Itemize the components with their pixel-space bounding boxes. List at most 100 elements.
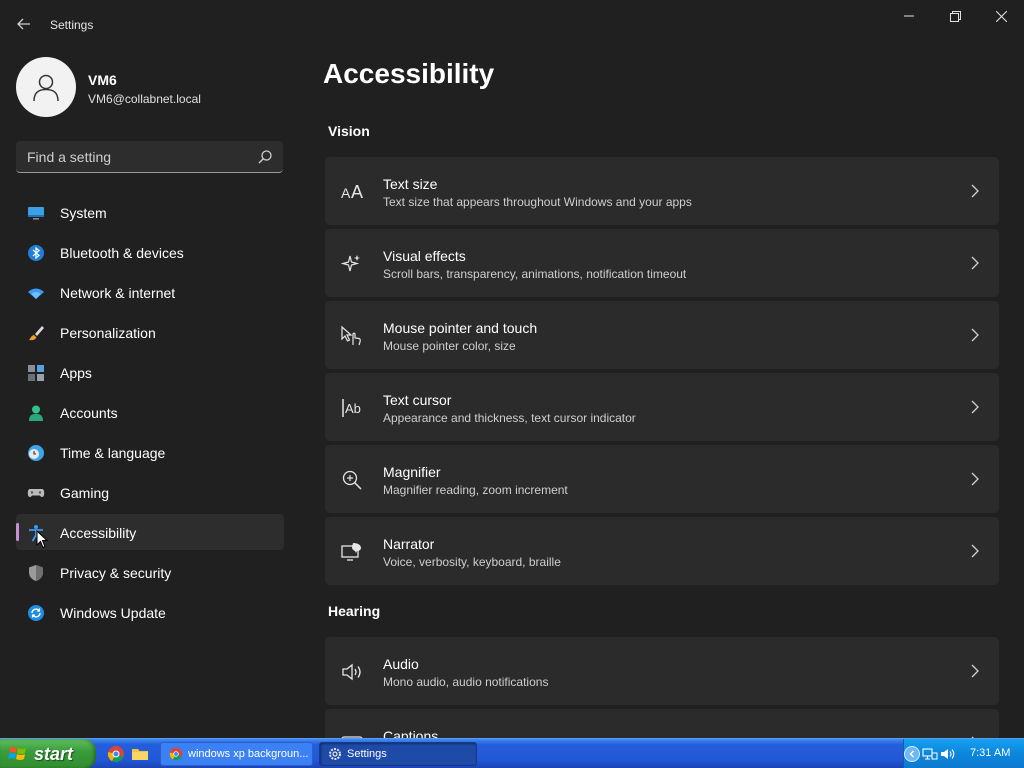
chevron-right-icon (971, 472, 979, 486)
clock[interactable]: 7:31 AM (970, 747, 1010, 759)
sparkle-icon (341, 255, 361, 272)
pointer-touch-icon (341, 325, 361, 346)
sidebar-item-network[interactable]: Network & internet (16, 274, 284, 310)
sidebar-item-label: Privacy & security (60, 565, 172, 581)
search-icon[interactable] (257, 149, 273, 165)
tray-expand-button[interactable] (904, 746, 920, 762)
clock-globe-icon (28, 445, 44, 461)
card-subtitle: Mono audio, audio notifications (383, 675, 549, 689)
chevron-right-icon (971, 400, 979, 414)
task-label: windows xp backgroun... (188, 748, 309, 760)
text-size-icon: AA (341, 182, 363, 202)
accounts-icon (29, 405, 43, 421)
app-title: Settings (50, 18, 94, 32)
card-title: Magnifier (383, 464, 441, 480)
magnifier-icon (342, 470, 362, 490)
title-bar: Settings (0, 0, 1024, 48)
sidebar-item-windows-update[interactable]: Windows Update (16, 594, 284, 630)
brush-icon (29, 326, 44, 341)
text-cursor-icon: Ab (342, 399, 361, 417)
restore-button[interactable] (932, 0, 978, 32)
sidebar-item-accounts[interactable]: Accounts (16, 394, 284, 430)
svg-text:Ab: Ab (345, 401, 361, 416)
sidebar-item-label: System (60, 205, 107, 221)
setting-text-cursor[interactable]: Ab Text cursor Appearance and thickness,… (325, 373, 999, 441)
setting-audio[interactable]: Audio Mono audio, audio notifications (325, 637, 999, 705)
svg-text:A: A (351, 182, 363, 202)
sidebar-item-label: Apps (60, 365, 92, 381)
profile-name: VM6 (88, 72, 117, 88)
tray-expand-icon (909, 750, 914, 758)
chrome-icon[interactable] (107, 745, 125, 763)
svg-text:A: A (341, 185, 351, 201)
minimize-icon (904, 15, 914, 17)
back-button[interactable] (10, 12, 38, 36)
avatar (16, 57, 76, 117)
sidebar-item-time-language[interactable]: Time & language (16, 434, 284, 470)
sidebar-item-privacy-security[interactable]: Privacy & security (16, 554, 284, 590)
sidebar-item-label: Accounts (60, 405, 118, 421)
sidebar-item-label: Gaming (60, 485, 110, 501)
user-profile[interactable]: VM6 VM6@collabnet.local (16, 57, 286, 119)
shield-icon (29, 565, 43, 581)
settings-window: Settings VM6 VM6@collabnet.local Find a … (0, 0, 1024, 738)
system-icon (28, 207, 44, 220)
folder-icon[interactable] (131, 745, 149, 763)
card-subtitle: Voice, verbosity, keyboard, braille (383, 555, 561, 569)
profile-email: VM6@collabnet.local (88, 92, 201, 106)
sidebar-item-personalization[interactable]: Personalization (16, 314, 284, 350)
card-subtitle: Mouse pointer color, size (383, 339, 516, 353)
speaker-icon (342, 663, 361, 681)
sidebar-item-label: Personalization (60, 325, 156, 341)
sidebar-item-gaming[interactable]: Gaming (16, 474, 284, 510)
search-input[interactable] (16, 141, 246, 172)
task-button-settings[interactable]: Settings (319, 742, 477, 766)
setting-visual-effects[interactable]: Visual effects Scroll bars, transparency… (325, 229, 999, 297)
settings-gear-icon (329, 748, 341, 760)
setting-narrator[interactable]: Narrator Voice, verbosity, keyboard, bra… (325, 517, 999, 585)
wifi-icon (28, 288, 44, 299)
volume-tray-icon[interactable] (940, 746, 956, 762)
sidebar-item-bluetooth[interactable]: Bluetooth & devices (16, 234, 284, 270)
narrator-icon (341, 543, 361, 561)
close-button[interactable] (978, 0, 1024, 32)
chevron-right-icon (971, 664, 979, 678)
sidebar-item-label: Bluetooth & devices (60, 245, 184, 261)
start-label: start (34, 743, 74, 764)
sidebar-item-label: Network & internet (60, 285, 176, 301)
sidebar-item-apps[interactable]: Apps (16, 354, 284, 390)
card-title: Text size (383, 176, 438, 192)
card-title: Mouse pointer and touch (383, 320, 538, 336)
system-tray: 7:31 AM (903, 739, 1024, 768)
section-title-vision: Vision (328, 123, 370, 139)
screen: Settings VM6 VM6@collabnet.local Find a … (0, 0, 1024, 768)
card-title: Text cursor (383, 392, 452, 408)
chevron-right-icon (971, 544, 979, 558)
minimize-button[interactable] (886, 0, 932, 32)
sidebar-item-system[interactable]: System (16, 194, 284, 230)
sidebar-item-accessibility[interactable]: Accessibility (16, 514, 284, 550)
setting-captions[interactable]: Captions (325, 709, 999, 738)
setting-magnifier[interactable]: Magnifier Magnifier reading, zoom increm… (325, 445, 999, 513)
card-title: Narrator (383, 536, 435, 552)
task-label: Settings (347, 748, 387, 760)
network-tray-icon[interactable] (922, 746, 938, 762)
windows-flag-icon (8, 747, 26, 760)
card-title: Visual effects (383, 248, 466, 264)
setting-text-size[interactable]: AA Text size Text size that appears thro… (325, 157, 999, 225)
restore-icon (949, 10, 961, 22)
section-title-hearing: Hearing (328, 603, 381, 619)
bluetooth-icon (28, 245, 44, 261)
card-subtitle: Appearance and thickness, text cursor in… (383, 411, 636, 425)
chrome-icon (169, 747, 183, 761)
sidebar-nav: System Bluetooth & devices Network & int… (16, 194, 284, 634)
start-button[interactable]: start (0, 739, 96, 768)
close-icon (995, 10, 1007, 22)
task-button-chrome[interactable]: windows xp backgroun... (160, 742, 313, 766)
mouse-cursor-icon (36, 530, 48, 549)
search-box (16, 141, 283, 173)
sidebar-item-label: Accessibility (60, 525, 137, 541)
user-avatar-icon (33, 74, 59, 102)
card-subtitle: Scroll bars, transparency, animations, n… (383, 267, 687, 281)
setting-mouse-pointer-touch[interactable]: Mouse pointer and touch Mouse pointer co… (325, 301, 999, 369)
